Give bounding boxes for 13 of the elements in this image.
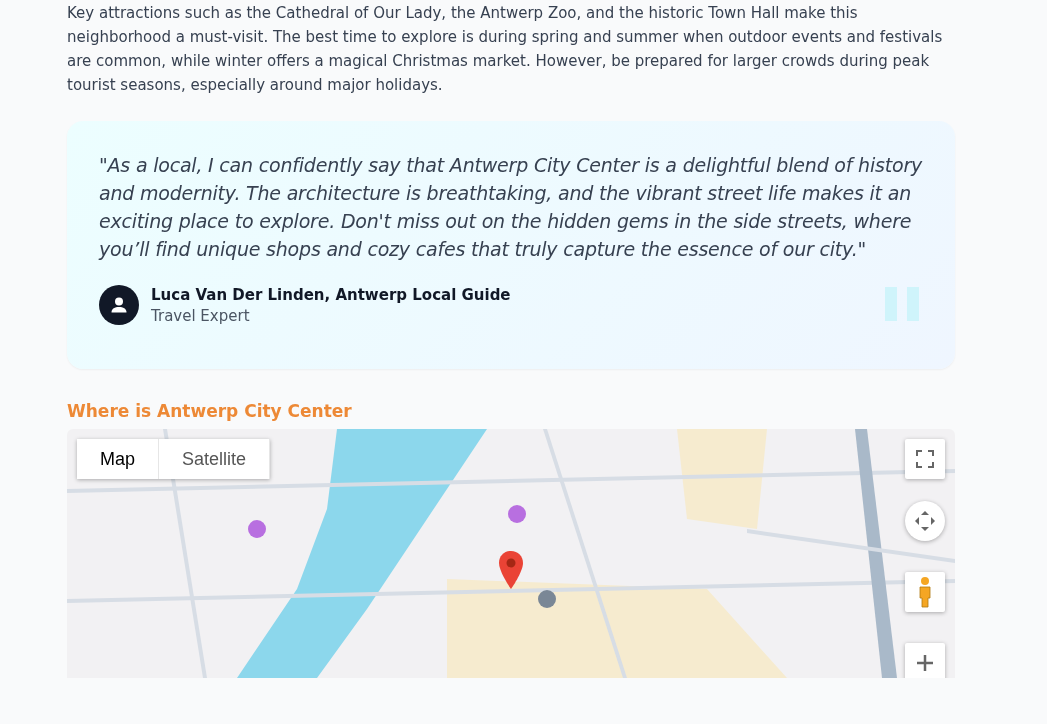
author-name: Luca Van Der Linden, Antwerp Local Guide	[151, 285, 511, 304]
fullscreen-icon[interactable]	[905, 439, 945, 479]
author-role: Travel Expert	[151, 306, 251, 325]
user-avatar-icon	[99, 285, 139, 325]
pegman-icon[interactable]	[905, 572, 945, 612]
map-type-tab[interactable]: Satellite	[159, 439, 271, 479]
map-type-tab[interactable]: Map	[77, 439, 159, 479]
zoom-in-icon[interactable]	[905, 643, 945, 678]
body-paragraph: Key attractions such as the Cathedral of Our Lady, the Antwerp Zoo, and the historic Town Hall make this neighborhood a must-visit. The best time to explore is during spring and summer when outdoor events and festivals are common, while winter offers a magical Christmas market. However, be prepared for larger crowds during peak tourist seasons, especially around major holidays.	[67, 3, 944, 96]
map-pin-icon	[498, 551, 524, 589]
quote-icon	[885, 287, 919, 321]
section-heading: Where is Antwerp City Center	[67, 401, 353, 421]
testimonial-quote: "As a local, I can confidently say that Antwerp City Center is a delightful blend of history and modernity. The architecture is breathtaking, and the vibrant street life makes it an exciting place to explore. Don't miss out on the hidden gems in the side streets, where you’ll find unique shops and cozy cafes that truly capture the essence of our city."	[99, 153, 923, 262]
